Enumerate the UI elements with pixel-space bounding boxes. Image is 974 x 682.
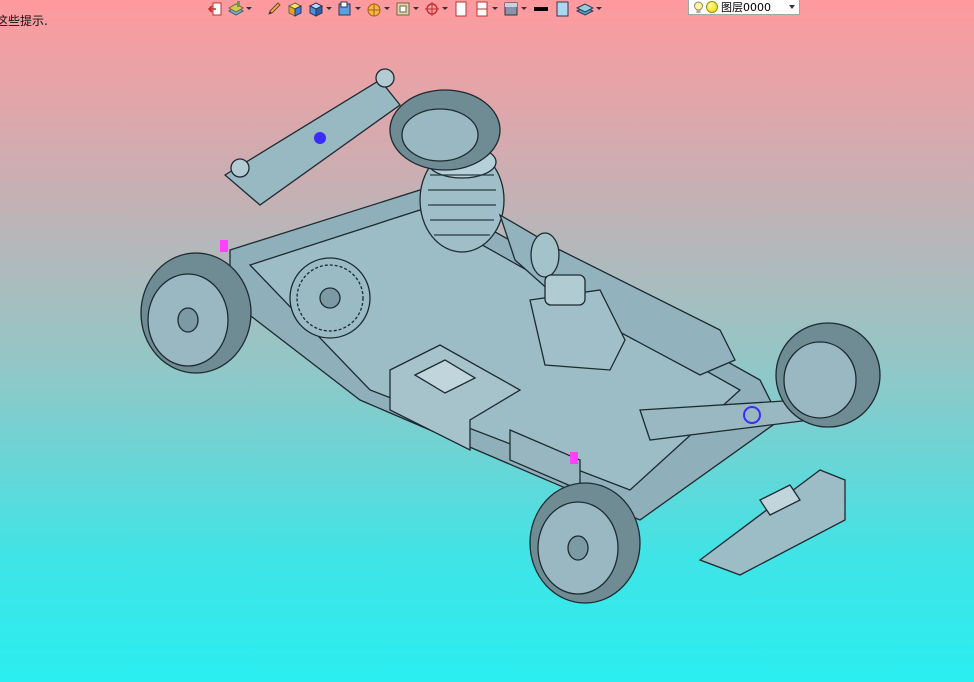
- wheel-front-left: [529, 482, 641, 604]
- rc-car-model: [140, 68, 881, 604]
- wheel-front-right: [775, 322, 881, 428]
- wheel-rear-right: [389, 89, 501, 171]
- wheel-rear-left: [140, 252, 252, 374]
- cad-model-viewport[interactable]: [0, 0, 974, 682]
